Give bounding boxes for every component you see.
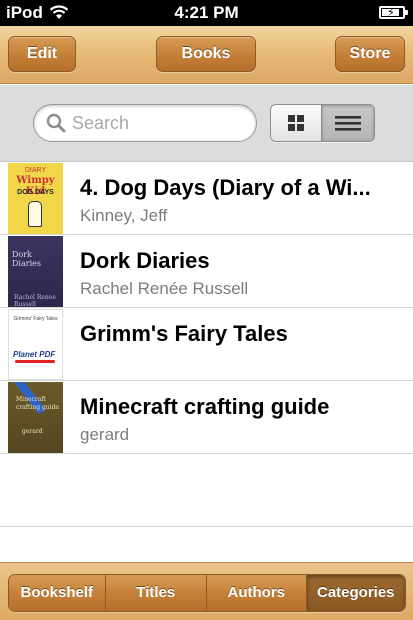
book-author: Rachel Renée Russell — [80, 279, 249, 298]
book-title: 4. Dog Days (Diary of a Wi... — [80, 175, 371, 200]
book-title: Minecraft crafting guide — [80, 394, 330, 419]
book-cover: Grimms' Fairy Tales Planet PDF — [8, 309, 63, 380]
book-row[interactable]: Grimms' Fairy Tales Planet PDF Grimm's F… — [0, 308, 413, 381]
books-button[interactable]: Books — [156, 36, 256, 72]
book-author: gerard — [80, 425, 130, 444]
battery-charging-icon: ⚡ — [379, 6, 408, 19]
cover-text: Rachel Renee Russell — [14, 294, 56, 307]
cover-text: Dork Diaries — [12, 250, 41, 268]
tab-authors[interactable]: Authors — [207, 575, 307, 611]
book-author: Kinney, Jeff — [80, 206, 168, 225]
cover-logo-swoosh — [15, 360, 55, 363]
book-list: DIARY Wimpy Kid DOG DAYS 4. Dog Days (Di… — [0, 162, 413, 527]
tab-categories[interactable]: Categories — [306, 575, 405, 611]
cover-illustration — [28, 201, 42, 227]
bottom-tab-bar: Bookshelf Titles Authors Categories — [0, 562, 413, 620]
cover-text: DOG DAYS — [17, 189, 54, 196]
cover-text: gerard — [22, 428, 43, 435]
top-toolbar: Edit Books Store — [0, 26, 413, 84]
clock: 4:21 PM — [174, 3, 239, 22]
book-row[interactable]: Minecraft crafting guide gerard Minecraf… — [0, 381, 413, 454]
book-cover: Dork Diaries Rachel Renee Russell — [8, 236, 63, 307]
book-title: Grimm's Fairy Tales — [80, 321, 288, 346]
search-input[interactable] — [72, 105, 252, 141]
book-title: Dork Diaries — [80, 248, 210, 273]
status-bar: iPod 4:21 PM ⚡ — [0, 0, 413, 26]
edit-button[interactable]: Edit — [8, 36, 76, 72]
store-button[interactable]: Store — [335, 36, 405, 72]
grid-view-icon — [288, 115, 304, 131]
empty-row — [0, 454, 413, 527]
book-cover: DIARY Wimpy Kid DOG DAYS — [8, 163, 63, 234]
view-toggle — [270, 104, 375, 142]
tab-titles[interactable]: Titles — [105, 575, 207, 611]
book-cover: Minecraft crafting guide gerard — [8, 382, 63, 453]
cover-text: Planet PDF — [13, 350, 56, 359]
search-field[interactable] — [33, 104, 257, 142]
cover-text: DIARY — [24, 167, 47, 174]
search-icon — [46, 113, 66, 133]
list-view-icon — [335, 116, 361, 131]
sort-tabs: Bookshelf Titles Authors Categories — [8, 574, 406, 612]
book-row[interactable]: Dork Diaries Rachel Renee Russell Dork D… — [0, 235, 413, 308]
list-view-button[interactable] — [322, 105, 374, 141]
cover-text: Minecraft crafting guide — [16, 396, 59, 411]
tab-bookshelf[interactable]: Bookshelf — [9, 575, 106, 611]
grid-view-button[interactable] — [271, 105, 323, 141]
book-row[interactable]: DIARY Wimpy Kid DOG DAYS 4. Dog Days (Di… — [0, 162, 413, 235]
cover-text: Grimms' Fairy Tales — [13, 316, 58, 322]
